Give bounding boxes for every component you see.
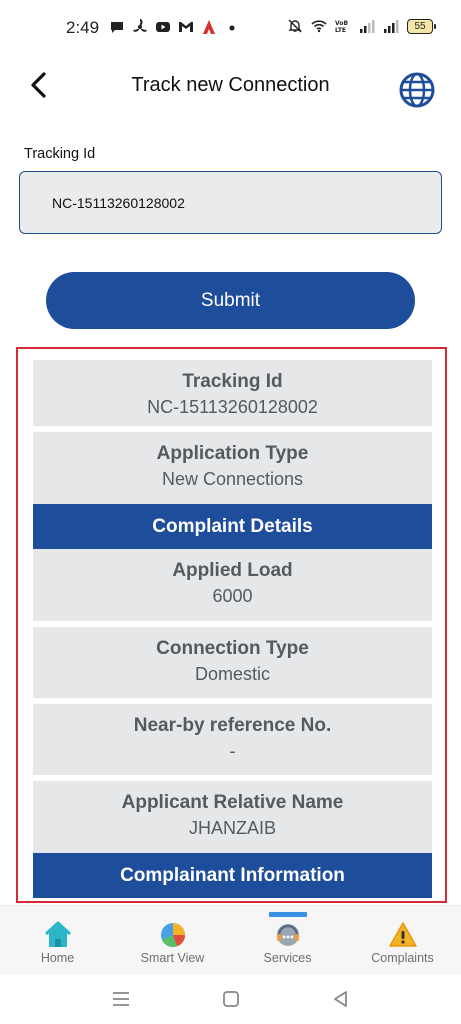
info-row-relative-name: Applicant Relative Name JHANZAIB	[33, 781, 432, 853]
nav-item-services[interactable]: Services	[230, 906, 345, 976]
section-header-complaint-details: Complaint Details	[33, 504, 432, 549]
info-value: New Connections	[161, 469, 304, 489]
nav-label: Home	[40, 951, 75, 965]
youtube-icon	[156, 22, 170, 32]
support-icon	[276, 924, 299, 946]
warning-icon	[388, 922, 417, 947]
nav-label: Smart View	[140, 951, 205, 965]
home-icon	[44, 921, 71, 947]
pie-chart-icon	[160, 923, 185, 948]
svg-text:LTE: LTE	[335, 27, 346, 34]
home-square-icon[interactable]	[219, 987, 243, 1011]
status-time: 2:49	[66, 18, 100, 37]
info-row-connection-type: Connection Type Domestic	[33, 627, 432, 698]
info-value: NC-15113260128002	[147, 397, 318, 417]
chat-icon	[111, 22, 123, 33]
info-key: Tracking Id	[182, 371, 283, 392]
gmail-icon	[179, 22, 193, 32]
dot-icon	[229, 25, 235, 31]
info-key: Connection Type	[156, 638, 309, 659]
info-value: 6000	[212, 586, 253, 606]
info-row-applied-load: Applied Load 6000	[33, 549, 432, 621]
page-title: Track new Connection	[131, 74, 330, 96]
signal-icon	[360, 20, 375, 33]
info-key: Near-by reference No.	[133, 715, 332, 736]
section-header-complainant-information: Complainant Information	[33, 853, 432, 898]
wifi-icon	[311, 20, 327, 33]
volte-icon: VoBLTE	[335, 20, 348, 34]
nav-label: Complaints	[371, 951, 434, 965]
info-row-nearby-reference: Near-by reference No. -	[33, 704, 432, 775]
globe-icon	[399, 72, 435, 108]
info-row-application-type: Application Type New Connections	[33, 432, 432, 504]
menu-icon[interactable]	[109, 987, 133, 1011]
app-icon	[203, 20, 215, 34]
info-row-tracking-id: Tracking Id NC-15113260128002	[33, 360, 432, 426]
system-nav-bar	[0, 975, 461, 1024]
result-list: Tracking Id NC-15113260128002 Applicatio…	[33, 360, 432, 901]
info-key: Application Type	[156, 443, 309, 464]
tracking-id-input[interactable]	[19, 171, 442, 234]
submit-button[interactable]: Submit	[46, 272, 415, 329]
app-header: Track new Connection	[0, 60, 461, 116]
status-bar: 2:49 VoB LTE 55	[0, 0, 461, 56]
nav-label: Services	[263, 951, 312, 965]
info-key: Applicant Relative Name	[121, 792, 344, 813]
nav-item-complaints[interactable]: Complaints	[345, 906, 460, 976]
fan-icon	[133, 19, 147, 32]
info-value: -	[229, 741, 236, 761]
nav-item-home[interactable]: Home	[0, 906, 115, 976]
status-right-icons: VoB LTE 55	[287, 18, 436, 34]
status-left-icons	[109, 19, 240, 35]
back-triangle-icon[interactable]	[329, 987, 353, 1011]
result-panel: Tracking Id NC-15113260128002 Applicatio…	[16, 347, 447, 903]
info-value: Domestic	[194, 664, 270, 684]
language-button[interactable]	[397, 70, 437, 110]
active-tab-indicator	[268, 912, 307, 917]
battery-indicator: 55	[407, 18, 436, 34]
nav-item-smart-view[interactable]: Smart View	[115, 906, 230, 976]
info-key: Applied Load	[172, 560, 293, 581]
mute-icon	[288, 19, 302, 33]
tracking-id-label: Tracking Id	[24, 146, 96, 162]
info-value: JHANZAIB	[188, 818, 276, 838]
svg-text:VoB: VoB	[335, 20, 348, 27]
signal-icon	[384, 20, 399, 33]
bottom-nav: Home Smart View Services Complaints	[0, 905, 461, 975]
